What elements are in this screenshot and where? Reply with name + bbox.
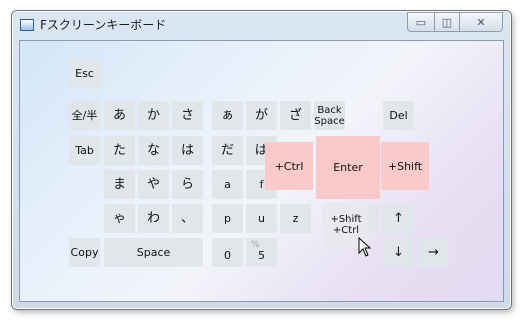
key-wa[interactable]: わ — [138, 204, 169, 233]
key-comma[interactable]: 、 — [172, 204, 203, 233]
key-ta[interactable]: た — [104, 136, 135, 165]
key-arrow-up[interactable]: ↑ — [383, 204, 414, 233]
close-button[interactable]: ✕ — [460, 12, 503, 32]
key-latin-u[interactable]: u — [246, 204, 277, 233]
key-sa[interactable]: さ — [172, 101, 203, 130]
key-arrow-down[interactable]: ↓ — [383, 238, 414, 267]
key-zenkaku-hankaku[interactable]: 全/半 — [69, 101, 100, 130]
popup-shift-modifier[interactable]: +Shift — [381, 142, 429, 190]
key-delete[interactable]: Del — [383, 101, 414, 130]
keyboard-area: Esc 全/半 あ か さ ぁ が ざ Back Space Del Tab た… — [19, 40, 504, 302]
key-copy[interactable]: Copy — [69, 238, 100, 267]
popup-enter-key[interactable]: Enter — [316, 136, 380, 199]
key-ma[interactable]: ま — [104, 170, 135, 199]
key-ka[interactable]: か — [138, 101, 169, 130]
minimize-button[interactable]: ▭ — [407, 12, 435, 32]
key-na[interactable]: な — [138, 136, 169, 165]
key-digit-5-shift-label: % — [251, 240, 260, 250]
key-small-ya[interactable]: ゃ — [104, 204, 135, 233]
key-ya[interactable]: や — [138, 170, 169, 199]
maximize-button[interactable]: ◫ — [435, 12, 460, 32]
window-controls: ▭ ◫ ✕ — [407, 12, 503, 32]
key-latin-a[interactable]: a — [212, 170, 243, 199]
key-a[interactable]: あ — [104, 101, 135, 130]
key-za[interactable]: ざ — [280, 101, 311, 130]
key-latin-p[interactable]: p — [212, 204, 243, 233]
window-title: Fスクリーンキーボード — [40, 18, 167, 32]
key-small-a[interactable]: ぁ — [212, 101, 243, 130]
key-ha[interactable]: は — [172, 136, 203, 165]
key-ga[interactable]: が — [246, 101, 277, 130]
key-esc[interactable]: Esc — [69, 59, 100, 88]
key-backspace[interactable]: Back Space — [314, 101, 345, 130]
key-arrow-right[interactable]: → — [418, 238, 449, 267]
app-icon — [20, 19, 34, 31]
key-da[interactable]: だ — [212, 136, 243, 165]
key-digit-0[interactable]: 0 — [212, 238, 243, 267]
mouse-pointer-icon — [358, 236, 374, 263]
key-ra[interactable]: ら — [172, 170, 203, 199]
key-latin-z[interactable]: z — [280, 204, 311, 233]
key-tab[interactable]: Tab — [69, 136, 100, 165]
popup-ctrl-modifier[interactable]: +Ctrl — [265, 142, 313, 190]
keyboard-window: Fスクリーンキーボード ▭ ◫ ✕ Esc 全/半 あ か さ ぁ が ざ Ba… — [11, 10, 512, 310]
key-space[interactable]: Space — [104, 238, 203, 267]
